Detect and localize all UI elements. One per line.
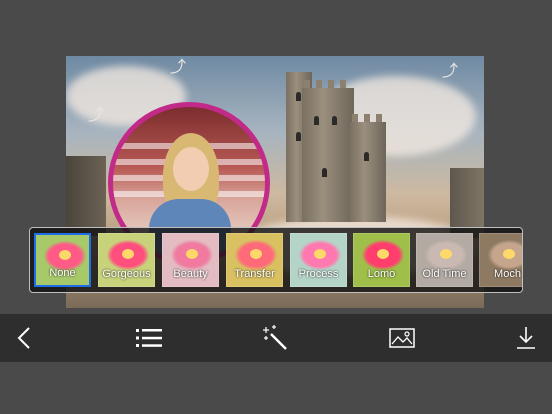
filter-label: None [49, 267, 76, 279]
back-icon [17, 327, 30, 349]
filter-label: Transfer [234, 268, 275, 280]
filter-label: Moch [494, 268, 521, 280]
filter-label: Gorgeous [102, 268, 151, 280]
filter-thumb-lomo[interactable]: Lomo [353, 233, 410, 287]
filter-label: Old Time [422, 268, 467, 280]
filter-thumb-moch[interactable]: Moch [479, 233, 522, 287]
bottom-toolbar [0, 314, 552, 362]
download-button[interactable] [508, 322, 544, 354]
castle-keep [302, 80, 354, 222]
back-button[interactable] [6, 322, 42, 354]
magic-button[interactable] [257, 322, 293, 354]
filter-thumb-beauty[interactable]: Beauty [162, 233, 219, 287]
filter-thumb-old-time[interactable]: Old Time [416, 233, 473, 287]
image-icon [389, 328, 415, 348]
bird-icon: ⤴ [170, 59, 187, 76]
castle-side-tower [350, 114, 386, 222]
filter-label: Beauty [173, 268, 208, 280]
bottom-spacer [0, 362, 552, 414]
filter-thumb-process[interactable]: Process [290, 233, 347, 287]
bird-icon: ⤴ [442, 63, 459, 80]
gallery-button[interactable] [384, 322, 420, 354]
filter-label: Lomo [367, 268, 396, 280]
filter-thumb-gorgeous[interactable]: Gorgeous [98, 233, 155, 287]
bird-icon: ⤴ [88, 107, 105, 124]
girl-face [173, 147, 209, 191]
filter-thumb-none[interactable]: None [34, 233, 91, 287]
left-ruin [66, 156, 106, 236]
list-button[interactable] [131, 322, 167, 354]
magic-wand-icon [263, 325, 287, 350]
filter-thumb-transfer[interactable]: Transfer [226, 233, 283, 287]
list-icon [136, 329, 162, 347]
filter-strip[interactable]: None Gorgeous Beauty Transfer Process Lo… [29, 227, 523, 293]
filter-label: Process [298, 268, 339, 280]
download-icon [517, 327, 535, 349]
